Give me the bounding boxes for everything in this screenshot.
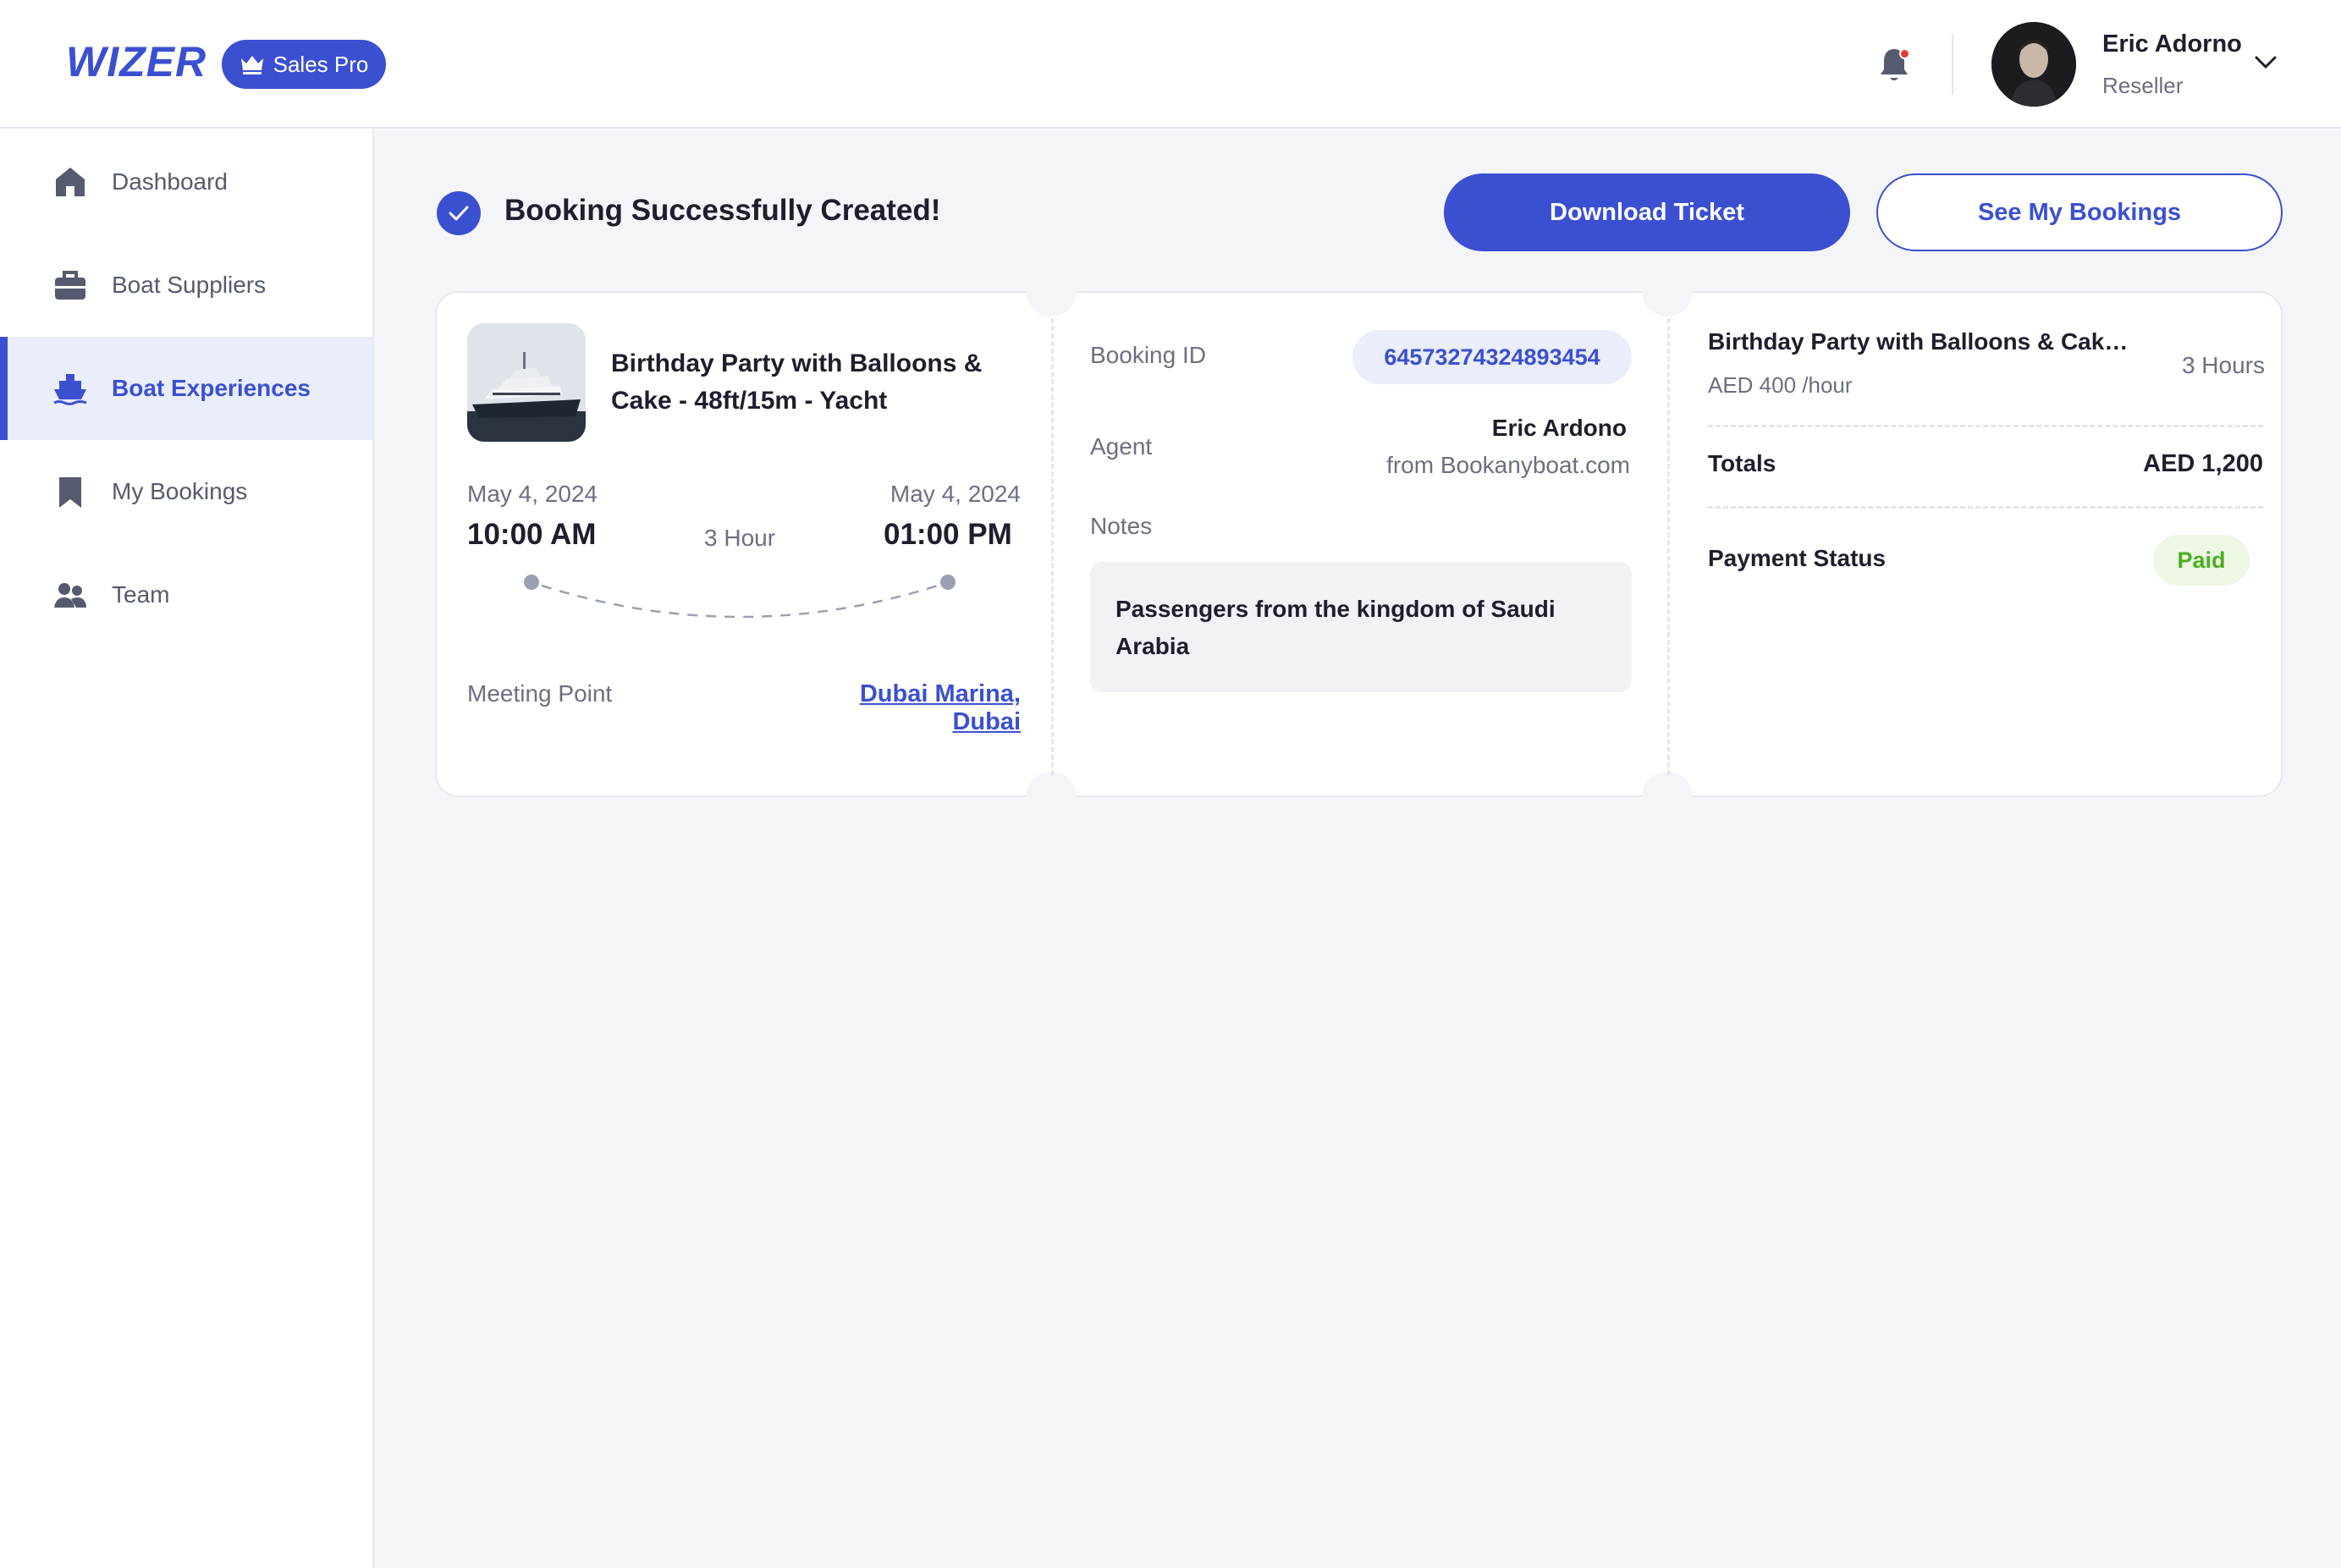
bookmark-icon xyxy=(59,477,81,508)
route-line xyxy=(524,575,956,619)
agent-name: Eric Ardono xyxy=(1491,415,1627,441)
summary-rate: AED 400 /hour xyxy=(1708,372,1853,398)
ticket-notch xyxy=(1026,772,1077,823)
notes-label: Notes xyxy=(1090,513,1153,539)
ship-icon xyxy=(53,374,87,405)
summary-hours: 3 Hours xyxy=(2181,352,2265,378)
sidebar-item-label: Team xyxy=(112,581,170,608)
sidebar: Dashboard Boat Suppliers Boat Experience… xyxy=(0,129,374,1568)
payment-status-label: Payment Status xyxy=(1708,545,1887,571)
yacht-image xyxy=(467,323,586,442)
crown-icon xyxy=(240,56,263,74)
briefcase-icon xyxy=(55,271,85,300)
end-date: May 4, 2024 xyxy=(890,481,1021,507)
ticket-divider xyxy=(1667,318,1670,775)
wizer-logo[interactable]: WIZER xyxy=(66,37,207,86)
user-role: Reseller xyxy=(2102,73,2184,98)
ticket-notch xyxy=(1642,266,1693,316)
meeting-point-link[interactable]: Dubai Marina, Dubai xyxy=(809,680,1021,736)
totals-value: AED 1,200 xyxy=(2143,450,2263,477)
sidebar-item-label: My Bookings xyxy=(112,478,248,504)
summary-title: Birthday Party with Balloons & Cake - 48… xyxy=(1708,328,2131,355)
ticket-notch xyxy=(1642,772,1693,823)
plan-badge-label: Sales Pro xyxy=(273,51,369,77)
booking-ticket-card: Birthday Party with Balloons & Cake - 48… xyxy=(435,266,2283,823)
sidebar-item-dashboard[interactable]: Dashboard xyxy=(0,130,372,234)
agent-company: from Bookanyboat.com xyxy=(1386,452,1630,478)
team-icon xyxy=(54,583,86,608)
ticket-notch xyxy=(1026,266,1077,316)
sidebar-item-boat-suppliers[interactable]: Boat Suppliers xyxy=(0,234,372,337)
end-time: 01:00 PM xyxy=(884,518,1012,551)
plan-badge: Sales Pro xyxy=(222,40,386,89)
sidebar-item-boat-experiences[interactable]: Boat Experiences xyxy=(0,337,372,440)
user-name: Eric Adorno xyxy=(2102,30,2242,58)
summary-divider xyxy=(1708,506,2263,509)
experience-title: Birthday Party with Balloons & Cake - 48… xyxy=(611,349,983,415)
totals-label: Totals xyxy=(1708,450,1776,476)
sidebar-item-label: Boat Experiences xyxy=(112,375,311,401)
duration: 3 Hour xyxy=(704,525,776,551)
booking-id-badge: 64573274324893454 xyxy=(1352,330,1632,384)
booking-id-label: Booking ID xyxy=(1090,342,1206,368)
start-time: 10:00 AM xyxy=(467,518,597,551)
sidebar-item-team[interactable]: Team xyxy=(0,543,372,646)
sidebar-item-my-bookings[interactable]: My Bookings xyxy=(0,440,372,543)
agent-label: Agent xyxy=(1090,433,1153,459)
sidebar-item-label: Dashboard xyxy=(112,168,228,195)
home-icon xyxy=(56,168,85,196)
chevron-down-icon[interactable] xyxy=(2253,54,2278,71)
check-circle-icon xyxy=(437,191,481,235)
see-my-bookings-button[interactable]: See My Bookings xyxy=(1876,173,2283,251)
status-badge: Paid xyxy=(2153,535,2250,586)
meeting-point-label: Meeting Point xyxy=(467,680,613,707)
notification-dot xyxy=(1899,48,1910,59)
top-header: WIZER Sales Pro Eric Adorno Reseller xyxy=(0,0,2341,129)
download-ticket-button[interactable]: Download Ticket xyxy=(1444,173,1850,251)
sidebar-item-label: Boat Suppliers xyxy=(112,272,267,298)
ticket-divider xyxy=(1051,318,1054,775)
summary-divider xyxy=(1708,425,2263,427)
header-divider xyxy=(1952,34,1953,95)
notes-box: Passengers from the kingdom of Saudi Ara… xyxy=(1090,562,1632,692)
success-title: Booking Successfully Created! xyxy=(504,194,941,227)
start-date: May 4, 2024 xyxy=(467,481,598,507)
avatar[interactable] xyxy=(1991,22,2076,107)
